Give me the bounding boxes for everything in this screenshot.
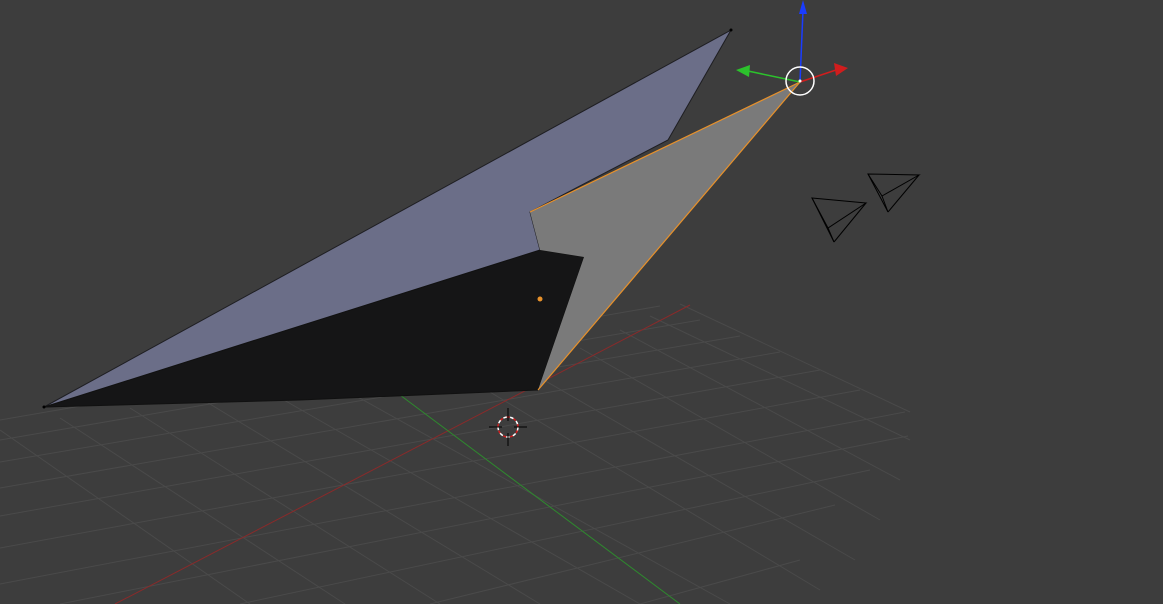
lamp-icon[interactable] bbox=[811, 197, 868, 243]
gizmo-y-arrow[interactable] bbox=[736, 65, 750, 77]
viewport-canvas[interactable] bbox=[0, 0, 1163, 604]
gizmo-z-arrow[interactable] bbox=[799, 0, 807, 14]
3d-viewport[interactable] bbox=[0, 0, 1163, 604]
mesh-object[interactable] bbox=[42, 28, 801, 409]
object-origin[interactable] bbox=[537, 296, 543, 302]
gizmo-center-dot bbox=[798, 79, 802, 83]
gizmo-z-axis[interactable] bbox=[799, 9, 804, 83]
gizmo-x-arrow[interactable] bbox=[834, 63, 848, 76]
gizmo-y-axis[interactable] bbox=[747, 70, 801, 83]
3d-cursor-icon[interactable] bbox=[489, 408, 527, 446]
vertex[interactable] bbox=[729, 28, 733, 32]
transform-gizmo[interactable] bbox=[736, 0, 848, 96]
camera-icon[interactable] bbox=[867, 173, 921, 213]
vertex[interactable] bbox=[42, 405, 46, 409]
gizmo-x-axis[interactable] bbox=[799, 69, 837, 83]
